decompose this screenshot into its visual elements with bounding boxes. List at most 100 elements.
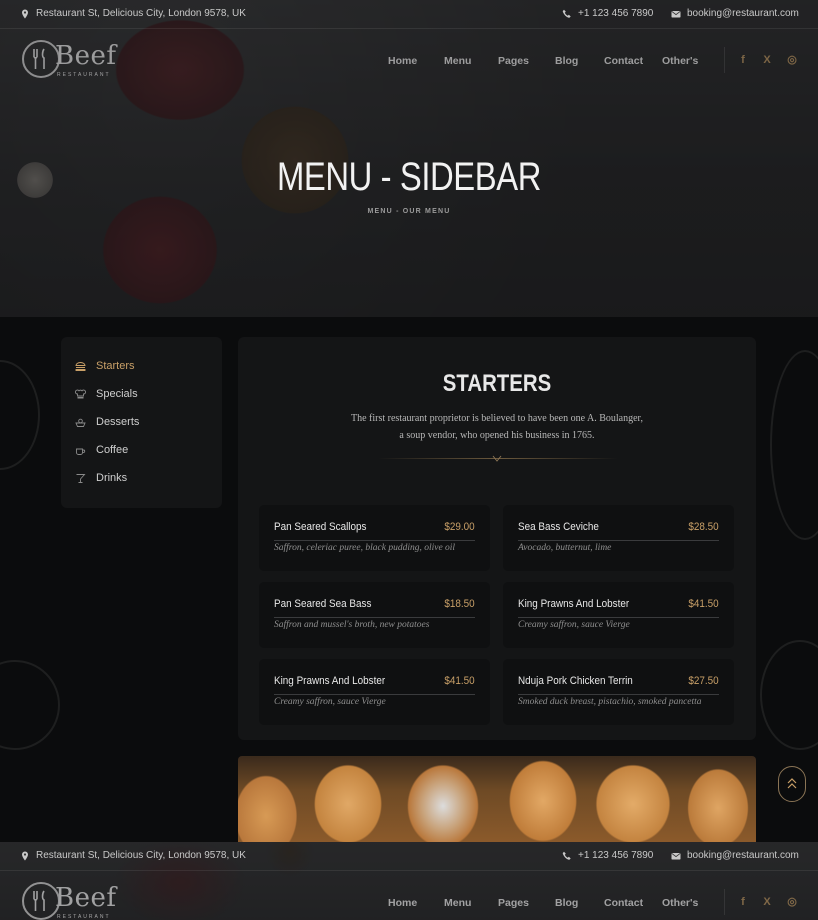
- chevron-down-icon: [492, 455, 502, 462]
- nav-blog[interactable]: Blog: [555, 55, 578, 67]
- food-photo: [238, 756, 756, 842]
- menu-item-price: $41.50: [688, 598, 719, 610]
- nav-home[interactable]: Home: [388, 897, 417, 909]
- menu-item-description: Saffron and mussel's broth, new potatoes: [274, 620, 430, 630]
- top-info-bar: Restaurant St, Delicious City, London 95…: [0, 0, 818, 29]
- email-info[interactable]: booking@restaurant.com: [671, 8, 799, 19]
- logo-tagline: RESTAURANT: [57, 72, 111, 78]
- nav-menu[interactable]: Menu: [444, 897, 471, 909]
- section-title: STARTERS: [442, 370, 552, 397]
- menu-item-card[interactable]: King Prawns And Lobster $41.50 Creamy sa…: [259, 659, 490, 725]
- coffee-cup-icon: [76, 448, 86, 455]
- menu-item-price: $18.50: [444, 598, 475, 610]
- logo-tagline: RESTAURANT: [57, 914, 111, 920]
- sidebar-item-coffee[interactable]: Coffee: [75, 444, 128, 456]
- sticky-header: Restaurant St, Delicious City, London 95…: [0, 842, 818, 920]
- double-chevron-up-icon: [787, 778, 797, 789]
- phone-info[interactable]: +1 123 456 7890: [562, 8, 653, 19]
- x-twitter-icon[interactable]: X: [761, 54, 773, 66]
- nav-menu[interactable]: Menu: [444, 55, 471, 67]
- menu-item-divider: [518, 617, 719, 618]
- menu-item-divider: [274, 617, 475, 618]
- sidebar-item-label: Drinks: [96, 472, 128, 484]
- sidebar-item-label: Specials: [96, 388, 138, 400]
- menu-item-name: King Prawns And Lobster: [274, 675, 386, 687]
- instagram-icon[interactable]: ◎: [786, 54, 798, 66]
- brand-logo[interactable]: Beef RESTAURANT: [22, 882, 117, 920]
- brand-logo[interactable]: Beef RESTAURANT: [22, 40, 117, 82]
- phone-icon: [562, 9, 571, 18]
- menu-item-price: $27.50: [688, 675, 719, 687]
- phone-text: +1 123 456 7890: [578, 8, 654, 19]
- instagram-icon[interactable]: ◎: [786, 896, 798, 908]
- menu-item-name: King Prawns And Lobster: [518, 598, 630, 610]
- menu-item-divider: [274, 540, 475, 541]
- cutlery-icon: [33, 48, 45, 69]
- menu-item-divider: [518, 694, 719, 695]
- section-description-line: a soup vendor, who opened his business i…: [399, 430, 595, 441]
- nav-blog[interactable]: Blog: [555, 897, 578, 909]
- menu-item-description: Avocado, butternut, lime: [518, 543, 612, 553]
- nav-others[interactable]: Other's: [662, 897, 698, 909]
- nav-pages[interactable]: Pages: [498, 55, 529, 67]
- logo-wordmark: Beef: [55, 41, 117, 71]
- email-text: booking@restaurant.com: [687, 8, 799, 19]
- nav-pages[interactable]: Pages: [498, 897, 529, 909]
- top-info-bar: Restaurant St, Delicious City, London 95…: [0, 842, 818, 871]
- address-text: Restaurant St, Delicious City, London 95…: [36, 8, 246, 19]
- address-info: Restaurant St, Delicious City, London 95…: [20, 850, 246, 861]
- cutlery-icon: [33, 890, 45, 911]
- menu-item-card[interactable]: Pan Seared Sea Bass $18.50 Saffron and m…: [259, 582, 490, 648]
- chef-hat-icon: [75, 389, 86, 398]
- sidebar-item-desserts[interactable]: Desserts: [75, 416, 139, 428]
- hero-banner: Restaurant St, Delicious City, London 95…: [0, 0, 818, 317]
- x-twitter-icon[interactable]: X: [761, 896, 773, 908]
- menu-item-name: Pan Seared Sea Bass: [274, 598, 372, 610]
- menu-item-description: Saffron, celeriac puree, black pudding, …: [274, 543, 456, 553]
- phone-text: +1 123 456 7890: [578, 850, 654, 861]
- menu-item-description: Creamy saffron, sauce Vierge: [274, 697, 386, 707]
- phone-info[interactable]: +1 123 456 7890: [562, 850, 653, 861]
- nav-home[interactable]: Home: [388, 55, 417, 67]
- menu-item-description: Creamy saffron, sauce Vierge: [518, 620, 630, 630]
- menu-item-divider: [274, 694, 475, 695]
- logo-circle-icon: [22, 882, 60, 920]
- envelope-icon: [671, 10, 681, 17]
- nav-others[interactable]: Other's: [662, 55, 698, 67]
- menu-item-price: $28.50: [688, 521, 719, 533]
- map-pin-icon: [22, 9, 28, 18]
- burger-icon: [75, 361, 86, 371]
- cocktail-glass-icon: [76, 473, 86, 483]
- sidebar-item-starters[interactable]: Starters: [75, 360, 135, 372]
- sidebar-item-label: Desserts: [96, 416, 140, 428]
- address-info: Restaurant St, Delicious City, London 95…: [20, 8, 246, 19]
- nav-contact[interactable]: Contact: [604, 55, 643, 67]
- menu-item-price: $29.00: [444, 521, 475, 533]
- facebook-icon[interactable]: f: [737, 54, 749, 66]
- section-description-line: The first restaurant proprietor is belie…: [350, 413, 643, 424]
- nav-contact[interactable]: Contact: [604, 897, 643, 909]
- menu-item-name: Nduja Pork Chicken Terrin: [518, 675, 633, 687]
- menu-item-divider: [518, 540, 719, 541]
- food-sketch-decoration: [0, 360, 40, 470]
- email-info[interactable]: booking@restaurant.com: [671, 850, 799, 861]
- menu-item-price: $41.50: [444, 675, 475, 687]
- menu-item-card[interactable]: Nduja Pork Chicken Terrin $27.50 Smoked …: [503, 659, 734, 725]
- phone-icon: [562, 851, 571, 860]
- menu-item-card[interactable]: Sea Bass Ceviche $28.50 Avocado, buttern…: [503, 505, 734, 571]
- food-sketch-decoration: [760, 640, 818, 750]
- dessert-icon: [75, 418, 86, 427]
- scroll-to-top-button[interactable]: [778, 766, 806, 802]
- page-title: MENU - SIDEBAR: [277, 155, 541, 199]
- menu-item-name: Pan Seared Scallops: [274, 521, 367, 533]
- menu-item-card[interactable]: King Prawns And Lobster $41.50 Creamy sa…: [503, 582, 734, 648]
- sidebar-item-drinks[interactable]: Drinks: [75, 472, 127, 484]
- sidebar-item-specials[interactable]: Specials: [75, 388, 138, 400]
- menu-item-card[interactable]: Pan Seared Scallops $29.00 Saffron, cele…: [259, 505, 490, 571]
- facebook-icon[interactable]: f: [737, 896, 749, 908]
- menu-item-name: Sea Bass Ceviche: [518, 521, 599, 533]
- breadcrumb: MENU - OUR MENU: [367, 208, 451, 215]
- logo-wordmark: Beef: [55, 883, 117, 913]
- address-text: Restaurant St, Delicious City, London 95…: [36, 850, 246, 861]
- nav-divider: [724, 889, 725, 915]
